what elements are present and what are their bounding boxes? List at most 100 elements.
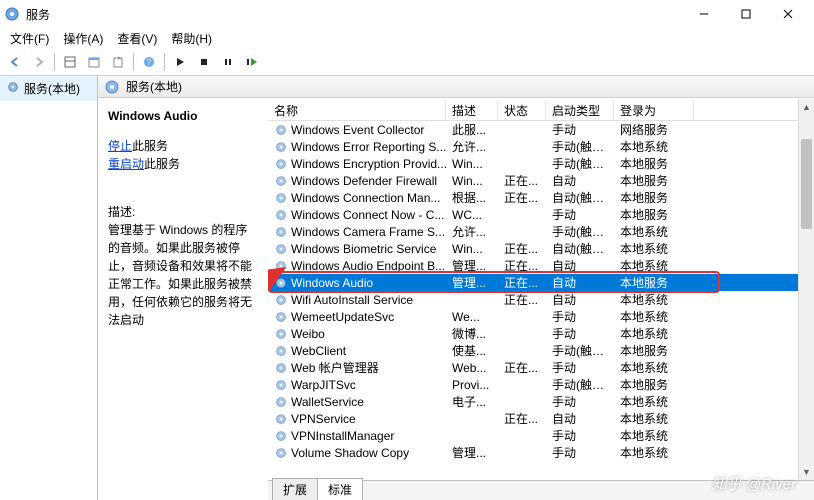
- scroll-thumb[interactable]: [801, 139, 812, 229]
- content: 服务(本地) Windows Audio 停止此服务 重启动此服务 描述: 管理…: [98, 76, 814, 500]
- service-desc-cell: 使基...: [446, 342, 498, 359]
- column-startup-type[interactable]: 启动类型: [546, 99, 614, 120]
- window-title: 服务: [26, 6, 690, 23]
- service-logon-cell: 本地系统: [614, 308, 694, 325]
- tabs-footer: 扩展 标准: [268, 480, 814, 500]
- menu-file[interactable]: 文件(F): [4, 28, 55, 49]
- list-header: 名称 描述 状态 启动类型 登录为: [268, 99, 814, 121]
- sidebar-item-services-local[interactable]: 服务(本地): [0, 76, 97, 101]
- restart-service-button[interactable]: [241, 51, 263, 73]
- service-logon-cell: 本地系统: [614, 291, 694, 308]
- service-status-cell: 正在...: [498, 359, 546, 376]
- service-logon-cell: 本地系统: [614, 359, 694, 376]
- column-logon-as[interactable]: 登录为: [614, 99, 694, 120]
- service-row[interactable]: Web 帐户管理器Web...正在...手动本地系统: [268, 359, 814, 376]
- service-row[interactable]: Windows Audio管理...正在...自动本地服务: [268, 274, 814, 291]
- service-desc-cell: Win...: [446, 174, 498, 188]
- service-row[interactable]: Windows Defender FirewallWin...正在...自动本地…: [268, 172, 814, 189]
- title-bar: 服务: [0, 0, 814, 28]
- column-name[interactable]: 名称: [268, 99, 446, 120]
- service-name-cell: Windows Audio Endpoint B...: [291, 259, 445, 273]
- service-row[interactable]: Weibo微博...手动本地系统: [268, 325, 814, 342]
- main-area: 服务(本地) 服务(本地) Windows Audio 停止此服务 重启动此服务…: [0, 76, 814, 500]
- service-logon-cell: 本地系统: [614, 138, 694, 155]
- sidebar-item-label: 服务(本地): [24, 80, 80, 97]
- service-name-cell: Weibo: [291, 327, 325, 341]
- service-row[interactable]: Windows Biometric Service Win...正在...自动(触…: [268, 240, 814, 257]
- restart-link[interactable]: 重启动: [108, 157, 144, 171]
- service-desc-cell: 管理...: [446, 444, 498, 461]
- gear-icon: [104, 79, 120, 95]
- service-row[interactable]: Windows Event Collector此服...手动网络服务: [268, 121, 814, 138]
- help-button[interactable]: ?: [138, 51, 160, 73]
- close-button[interactable]: [774, 4, 802, 24]
- service-row[interactable]: VPNInstallManager手动本地系统: [268, 427, 814, 444]
- service-name-cell: WarpJITSvc: [291, 378, 356, 392]
- svg-text:?: ?: [147, 58, 152, 67]
- content-body: Windows Audio 停止此服务 重启动此服务 描述: 管理基于 Wind…: [98, 98, 814, 500]
- service-startup-cell: 自动: [546, 291, 614, 308]
- service-name-cell: WalletService: [291, 395, 364, 409]
- description-label: 描述:: [108, 203, 258, 221]
- service-desc-cell: 允许...: [446, 138, 498, 155]
- menu-view[interactable]: 查看(V): [111, 28, 163, 49]
- forward-button[interactable]: [28, 51, 50, 73]
- service-desc-cell: Provi...: [446, 378, 498, 392]
- show-hide-tree-button[interactable]: [59, 51, 81, 73]
- service-row[interactable]: Windows Connection Man...根据...正在...自动(触发…: [268, 189, 814, 206]
- stop-service-button[interactable]: [193, 51, 215, 73]
- service-desc-cell: Win...: [446, 242, 498, 256]
- service-row[interactable]: WalletService电子...手动本地系统: [268, 393, 814, 410]
- service-startup-cell: 手动: [546, 393, 614, 410]
- menu-help[interactable]: 帮助(H): [165, 28, 218, 49]
- service-logon-cell: 本地服务: [614, 155, 694, 172]
- service-row[interactable]: Volume Shadow Copy管理...手动本地系统: [268, 444, 814, 461]
- service-row[interactable]: VPNService正在...自动本地系统: [268, 410, 814, 427]
- service-status-cell: 正在...: [498, 291, 546, 308]
- properties-button[interactable]: [83, 51, 105, 73]
- column-status[interactable]: 状态: [498, 99, 546, 120]
- service-name-cell: Windows Encryption Provid...: [291, 157, 446, 171]
- service-name-cell: Windows Biometric Service: [291, 242, 436, 256]
- tab-standard[interactable]: 标准: [317, 478, 363, 500]
- service-row[interactable]: WarpJITSvcProvi...手动(触发...本地服务: [268, 376, 814, 393]
- scroll-down-arrow[interactable]: ▼: [799, 464, 814, 480]
- content-header: 服务(本地): [98, 76, 814, 98]
- service-row[interactable]: Windows Error Reporting S...允许...手动(触发..…: [268, 138, 814, 155]
- service-row[interactable]: WemeetUpdateSvcWe...手动本地系统: [268, 308, 814, 325]
- service-row[interactable]: Windows Encryption Provid...Win...手动(触发.…: [268, 155, 814, 172]
- export-button[interactable]: [107, 51, 129, 73]
- maximize-button[interactable]: [732, 4, 760, 24]
- list-rows[interactable]: Windows Event Collector此服...手动网络服务Window…: [268, 121, 814, 480]
- service-row[interactable]: Wifi AutoInstall Service 正在...自动本地系统: [268, 291, 814, 308]
- minimize-button[interactable]: [690, 4, 718, 24]
- tab-extended[interactable]: 扩展: [272, 478, 318, 500]
- service-logon-cell: 本地系统: [614, 393, 694, 410]
- service-startup-cell: 手动: [546, 308, 614, 325]
- service-status-cell: 正在...: [498, 257, 546, 274]
- back-button[interactable]: [4, 51, 26, 73]
- column-description[interactable]: 描述: [446, 99, 498, 120]
- menu-action[interactable]: 操作(A): [57, 28, 109, 49]
- service-startup-cell: 自动: [546, 410, 614, 427]
- service-status-cell: 正在...: [498, 274, 546, 291]
- pause-service-button[interactable]: [217, 51, 239, 73]
- service-logon-cell: 本地系统: [614, 240, 694, 257]
- service-row[interactable]: Windows Connect Now - C...WC...手动本地服务: [268, 206, 814, 223]
- service-row[interactable]: Windows Audio Endpoint B...管理...正在...自动本…: [268, 257, 814, 274]
- service-startup-cell: 自动: [546, 172, 614, 189]
- service-row[interactable]: WebClient使基...手动(触发...本地服务: [268, 342, 814, 359]
- stop-link[interactable]: 停止: [108, 139, 132, 153]
- start-service-button[interactable]: [169, 51, 191, 73]
- toolbar: ?: [0, 48, 814, 76]
- service-name-cell: VPNInstallManager: [291, 429, 394, 443]
- service-row[interactable]: Windows Camera Frame S...允许...手动(触发...本地…: [268, 223, 814, 240]
- service-startup-cell: 自动(触发...: [546, 240, 614, 257]
- window-controls: [690, 4, 810, 24]
- scroll-up-arrow[interactable]: ▲: [799, 99, 814, 115]
- service-startup-cell: 手动(触发...: [546, 376, 614, 393]
- service-logon-cell: 本地系统: [614, 427, 694, 444]
- vertical-scrollbar[interactable]: ▲ ▼: [798, 99, 814, 480]
- service-name-cell: Wifi AutoInstall Service: [291, 293, 413, 307]
- service-status-cell: 正在...: [498, 240, 546, 257]
